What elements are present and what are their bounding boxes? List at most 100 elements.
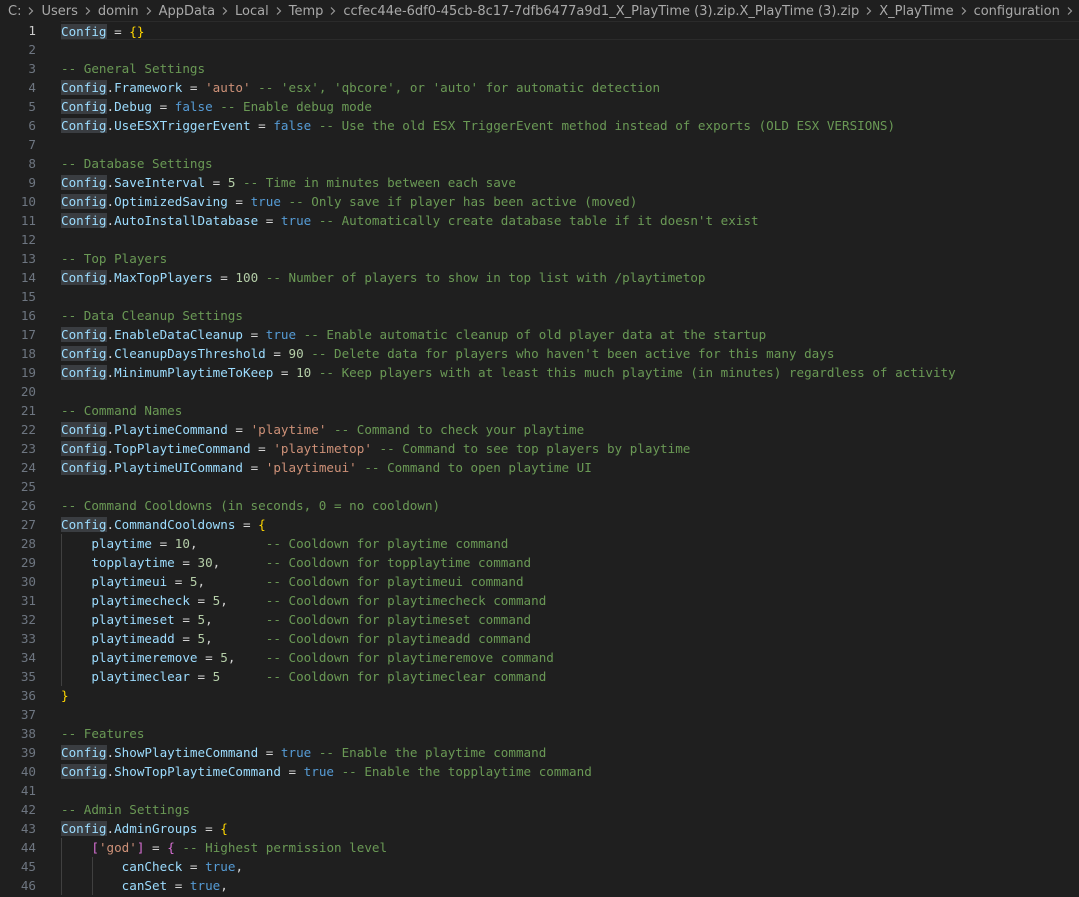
code-text: Config.AdminGroups = { xyxy=(61,819,1079,838)
chevron-right-icon xyxy=(274,6,284,16)
code-line[interactable]: 20 xyxy=(0,382,1079,401)
code-line[interactable]: 2 xyxy=(0,40,1079,59)
code-text: -- Command Cooldowns (in seconds, 0 = no… xyxy=(61,496,1079,515)
breadcrumb-segment[interactable]: Temp xyxy=(289,4,324,19)
line-number: 6 xyxy=(28,118,36,133)
code-line[interactable]: 1 Config = {} xyxy=(0,21,1079,40)
code-token: = xyxy=(227,422,251,437)
code-token: 100 xyxy=(235,270,259,285)
breadcrumb-segment[interactable]: X_PlayTime xyxy=(879,4,953,19)
code-line[interactable]: 41 xyxy=(0,781,1079,800)
code-line[interactable]: 9 Config.SaveInterval = 5 -- Time in minu… xyxy=(0,173,1079,192)
code-token: { xyxy=(258,517,266,532)
code-line[interactable]: 18 Config.CleanupDaysThreshold = 90 -- De… xyxy=(0,344,1079,363)
code-line[interactable]: 22 Config.PlaytimeCommand = 'playtime' --… xyxy=(0,420,1079,439)
line-number: 40 xyxy=(20,764,36,779)
code-line[interactable]: 31 playtimecheck = 5, -- Cooldown for pl… xyxy=(0,591,1079,610)
code-line[interactable]: 38 -- Features xyxy=(0,724,1079,743)
code-line[interactable]: 5 Config.Debug = false -- Enable debug mo… xyxy=(0,97,1079,116)
code-token: = xyxy=(280,764,304,779)
code-line[interactable]: 45 canCheck = true, xyxy=(0,857,1079,876)
code-text: -- Features xyxy=(61,724,1079,743)
code-line[interactable]: 27 Config.CommandCooldowns = { xyxy=(0,515,1079,534)
indent-guide xyxy=(61,572,62,591)
code-text: -- Database Settings xyxy=(61,154,1079,173)
code-line[interactable]: 40 Config.ShowTopPlaytimeCommand = true -… xyxy=(0,762,1079,781)
breadcrumb-segment[interactable]: configuration xyxy=(974,4,1060,19)
code-line[interactable]: 24 Config.PlaytimeUICommand = 'playtimeui… xyxy=(0,458,1079,477)
code-token: . xyxy=(106,213,115,228)
code-line[interactable]: 21 -- Command Names xyxy=(0,401,1079,420)
code-line[interactable]: 25 xyxy=(0,477,1079,496)
code-line[interactable]: 13 -- Top Players xyxy=(0,249,1079,268)
code-line[interactable]: 17 Config.EnableDataCleanup = true -- Ena… xyxy=(0,325,1079,344)
code-line[interactable]: 7 xyxy=(0,135,1079,154)
breadcrumb-segment[interactable]: domin xyxy=(98,4,139,19)
code-token: CommandCooldowns xyxy=(114,517,236,532)
code-line[interactable]: 32 playtimeset = 5, -- Cooldown for play… xyxy=(0,610,1079,629)
indent-guide xyxy=(61,610,62,629)
line-number: 10 xyxy=(20,194,36,209)
breadcrumb-segment[interactable]: Users xyxy=(41,4,77,19)
code-token: Config xyxy=(61,99,107,114)
code-token: = xyxy=(174,612,198,627)
code-text: playtimeclear = 5 -- Cooldown for playti… xyxy=(61,667,1079,686)
code-editor[interactable]: 1 Config = {} 2 3 -- General Settings 4 Config… xyxy=(0,21,1079,897)
code-line[interactable]: 10 Config.OptimizedSaving = true -- Only … xyxy=(0,192,1079,211)
code-line[interactable]: 34 playtimeremove = 5, -- Cooldown for p… xyxy=(0,648,1079,667)
indent-guide xyxy=(61,553,62,572)
code-line[interactable]: 3 -- General Settings xyxy=(0,59,1079,78)
breadcrumb-segment[interactable]: AppData xyxy=(159,4,215,19)
code-line[interactable]: 46 canSet = true, xyxy=(0,876,1079,895)
code-line[interactable]: 16 -- Data Cleanup Settings xyxy=(0,306,1079,325)
code-token: playtimeadd xyxy=(91,631,175,646)
code-line[interactable]: 35 playtimeclear = 5 -- Cooldown for pla… xyxy=(0,667,1079,686)
code-token: = xyxy=(189,669,213,684)
code-token: -- Cooldown for playtimeremove command xyxy=(265,650,554,665)
code-token: , xyxy=(235,859,244,874)
code-line[interactable]: 33 playtimeadd = 5, -- Cooldown for play… xyxy=(0,629,1079,648)
breadcrumb-segment[interactable]: ccfec44e-6df0-45cb-8c17-7dfb6477a9d1_X_P… xyxy=(343,4,859,19)
code-token: -- Cooldown for playtimeclear command xyxy=(265,669,547,684)
code-line[interactable]: 14 Config.MaxTopPlayers = 100 -- Number o… xyxy=(0,268,1079,287)
code-token: -- Enable debug mode xyxy=(212,99,372,114)
breadcrumb-segment[interactable]: C: xyxy=(8,4,21,19)
code-line[interactable]: 37 xyxy=(0,705,1079,724)
code-line[interactable]: 4 Config.Framework = 'auto' -- 'esx', 'qb… xyxy=(0,78,1079,97)
code-text: -- Top Players xyxy=(61,249,1079,268)
code-line[interactable]: 26 -- Command Cooldowns (in seconds, 0 = … xyxy=(0,496,1079,515)
code-token: , xyxy=(205,612,266,627)
code-token: Debug xyxy=(114,99,153,114)
code-token: OptimizedSaving xyxy=(114,194,228,209)
code-line[interactable]: 28 playtime = 10, -- Cooldown for playti… xyxy=(0,534,1079,553)
code-line[interactable]: 23 Config.TopPlaytimeCommand = 'playtimet… xyxy=(0,439,1079,458)
code-token: = xyxy=(152,99,175,114)
code-line[interactable]: 15 xyxy=(0,287,1079,306)
code-line[interactable]: 19 Config.MinimumPlaytimeToKeep = 10 -- K… xyxy=(0,363,1079,382)
code-line[interactable]: 42 -- Admin Settings xyxy=(0,800,1079,819)
code-token: -- Top Players xyxy=(61,251,168,266)
code-line[interactable]: 6 Config.UseESXTriggerEvent = false -- Us… xyxy=(0,116,1079,135)
code-line[interactable]: 29 topplaytime = 30, -- Cooldown for top… xyxy=(0,553,1079,572)
code-token: . xyxy=(106,517,115,532)
code-token: { xyxy=(220,821,228,836)
code-token: 'god' xyxy=(98,840,137,855)
code-line[interactable]: 12 xyxy=(0,230,1079,249)
code-token: Config xyxy=(61,24,107,39)
code-line[interactable]: 43 Config.AdminGroups = { xyxy=(0,819,1079,838)
code-line[interactable]: 39 Config.ShowPlaytimeCommand = true -- E… xyxy=(0,743,1079,762)
code-line[interactable]: 11 Config.AutoInstallDatabase = true -- A… xyxy=(0,211,1079,230)
code-token: Framework xyxy=(114,80,183,95)
code-line[interactable]: 30 playtimeui = 5, -- Cooldown for playt… xyxy=(0,572,1079,591)
code-token: true xyxy=(189,878,221,893)
code-line[interactable]: 36} xyxy=(0,686,1079,705)
code-token: -- Command to check your playtime xyxy=(326,422,585,437)
code-token: -- Cooldown for playtime command xyxy=(265,536,509,551)
code-line[interactable]: 44 ['god'] = { -- Highest permission lev… xyxy=(0,838,1079,857)
code-line[interactable]: 8 -- Database Settings xyxy=(0,154,1079,173)
breadcrumb-segment[interactable]: Local xyxy=(235,4,269,19)
